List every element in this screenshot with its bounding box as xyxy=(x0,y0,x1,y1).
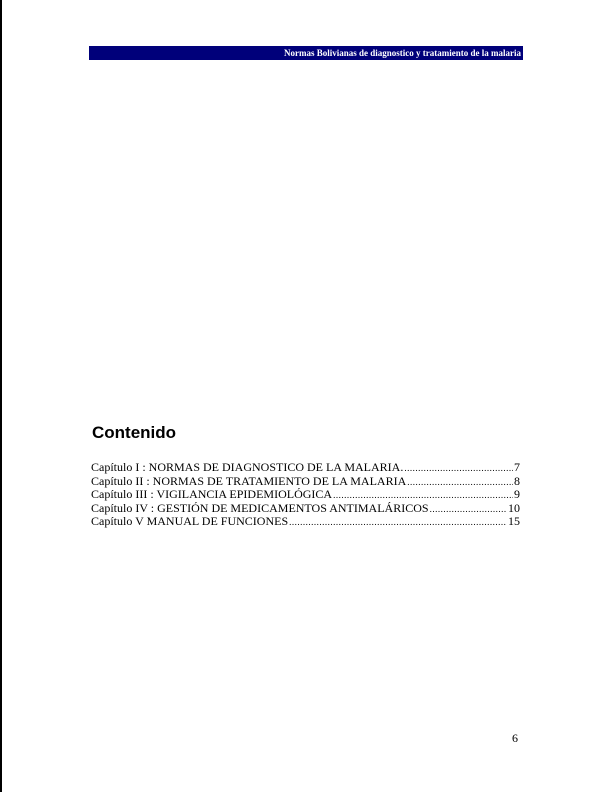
toc-entry-title: Capítulo V MANUAL DE FUNCIONES xyxy=(91,515,289,528)
toc-entry-title: Capítulo III : VIGILANCIA EPIDEMIOLÓGICA xyxy=(91,488,333,501)
toc-entry-title: Capítulo I : NORMAS DE DIAGNOSTICO DE LA… xyxy=(91,461,404,474)
toc-entry-title: Capítulo IV : GESTIÓN DE MEDICAMENTOS AN… xyxy=(91,501,429,515)
toc-entry-page: 8 xyxy=(514,474,520,488)
toc-dot-leader xyxy=(404,462,513,475)
table-of-contents: Capítulo I : NORMAS DE DIAGNOSTICO DE LA… xyxy=(91,461,520,529)
toc-heading: Contenido xyxy=(92,423,177,442)
toc-entry-page: 9 xyxy=(514,488,520,501)
toc-dot-leader xyxy=(289,516,507,529)
toc-entry-chapter-1[interactable]: Capítulo I : NORMAS DE DIAGNOSTICO DE LA… xyxy=(91,461,520,475)
toc-entry-chapter-5[interactable]: Capítulo V MANUAL DE FUNCIONES 15 xyxy=(91,515,520,529)
page-left-border xyxy=(0,0,2,792)
toc-entry-page: 10 xyxy=(508,501,520,515)
toc-entry-title: Capítulo II : NORMAS DE TRATAMIENTO DE L… xyxy=(91,474,407,488)
toc-entry-chapter-4[interactable]: Capítulo IV : GESTIÓN DE MEDICAMENTOS AN… xyxy=(91,502,520,516)
running-header-title: Normas Bolivianas de diagnostico y trata… xyxy=(284,48,521,58)
toc-dot-leader xyxy=(430,503,507,516)
toc-dot-leader xyxy=(333,489,513,502)
running-header: Normas Bolivianas de diagnostico y trata… xyxy=(89,46,523,60)
page-number: 6 xyxy=(512,731,518,745)
toc-entry-page: 7 xyxy=(514,461,520,474)
toc-entry-page: 15 xyxy=(508,515,520,528)
toc-entry-chapter-3[interactable]: Capítulo III : VIGILANCIA EPIDEMIOLÓGICA… xyxy=(91,488,520,502)
toc-dot-leader xyxy=(407,476,513,489)
toc-entry-chapter-2[interactable]: Capítulo II : NORMAS DE TRATAMIENTO DE L… xyxy=(91,475,520,489)
